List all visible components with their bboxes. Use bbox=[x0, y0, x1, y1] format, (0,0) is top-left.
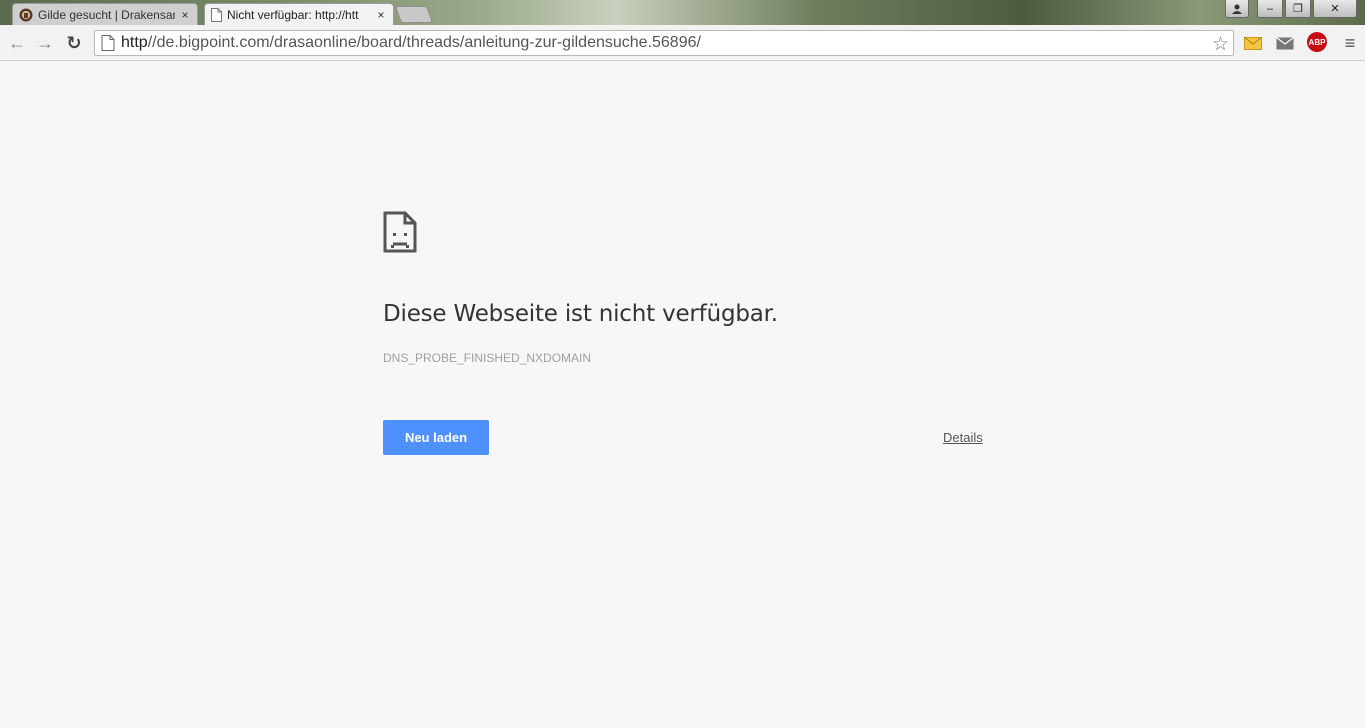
url-path: //de.bigpoint.com/drasaonline/board/thre… bbox=[147, 34, 701, 51]
chrome-menu-icon[interactable]: ≡ bbox=[1340, 33, 1360, 53]
user-icon bbox=[1232, 4, 1242, 14]
address-bar[interactable]: http//de.bigpoint.com/drasaonline/board/… bbox=[94, 30, 1234, 56]
tab-title: Nicht verfügbar: http://htt bbox=[227, 7, 359, 22]
window-controls: – ❐ ✕ bbox=[1225, 0, 1357, 18]
forward-button[interactable]: → bbox=[34, 32, 56, 54]
tab-title: Gilde gesucht | Drakensan bbox=[38, 7, 175, 22]
bookmark-star-icon[interactable]: ☆ bbox=[1212, 33, 1229, 56]
details-link[interactable]: Details bbox=[943, 430, 983, 445]
window-titlebar: Gilde gesucht | Drakensan × Nicht verfüg… bbox=[0, 0, 1365, 25]
close-window-button[interactable]: ✕ bbox=[1313, 0, 1357, 18]
error-title: Diese Webseite ist nicht verfügbar. bbox=[383, 301, 778, 327]
tab-close-icon[interactable]: × bbox=[179, 8, 191, 22]
tab-nicht-verfuegbar[interactable]: Nicht verfügbar: http://htt × bbox=[204, 3, 394, 25]
maximize-button[interactable]: ❐ bbox=[1285, 0, 1311, 18]
page-icon bbox=[211, 7, 222, 22]
reload-icon[interactable]: ↻ bbox=[63, 32, 85, 54]
minimize-button[interactable]: – bbox=[1257, 0, 1283, 18]
page-info-icon[interactable] bbox=[101, 35, 115, 51]
tab-close-icon[interactable]: × bbox=[375, 8, 387, 22]
reload-button[interactable]: Neu laden bbox=[383, 420, 489, 455]
sad-page-icon bbox=[383, 211, 417, 253]
tab-gilde-gesucht[interactable]: Gilde gesucht | Drakensan × bbox=[12, 3, 198, 25]
adblock-plus-icon[interactable]: ABP bbox=[1307, 32, 1327, 52]
envelope-gray-icon bbox=[1276, 36, 1294, 49]
drakensang-favicon-icon bbox=[19, 8, 33, 21]
new-tab-button[interactable] bbox=[394, 6, 434, 23]
error-code: DNS_PROBE_FINISHED_NXDOMAIN bbox=[383, 351, 592, 365]
user-profile-button[interactable] bbox=[1225, 0, 1249, 18]
gmail-checker-extension[interactable] bbox=[1275, 34, 1295, 52]
back-button[interactable]: ← bbox=[6, 32, 28, 54]
url-text[interactable]: http//de.bigpoint.com/drasaonline/board/… bbox=[121, 34, 701, 52]
url-scheme: http bbox=[121, 34, 148, 51]
browser-toolbar: ← → ↻ http//de.bigpoint.com/drasaonline/… bbox=[0, 25, 1365, 61]
envelope-yellow-icon bbox=[1244, 36, 1262, 50]
mail-notifier-extension[interactable] bbox=[1243, 34, 1263, 52]
